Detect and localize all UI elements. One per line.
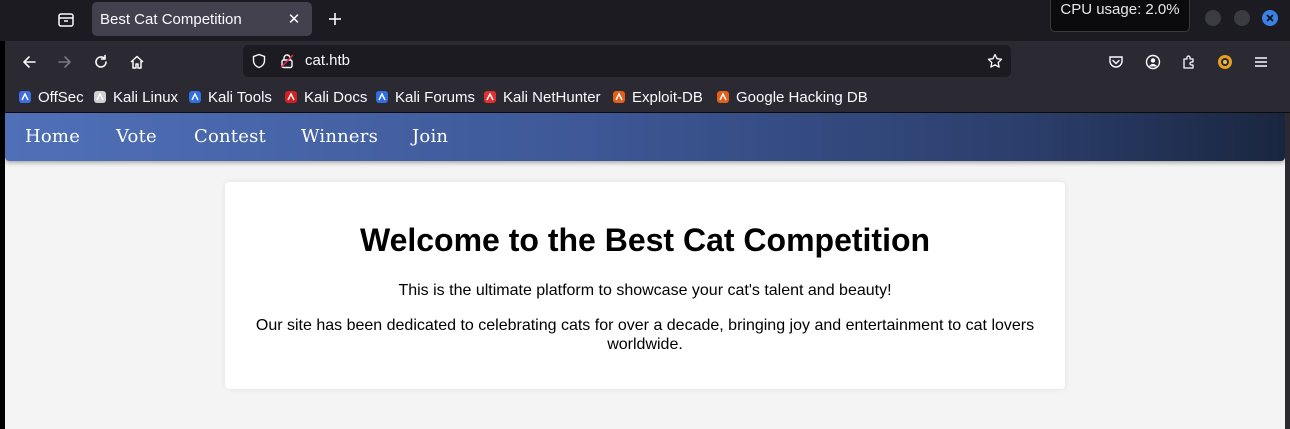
bookmark-label: OffSec: [38, 88, 84, 106]
offsec-icon: [17, 89, 33, 105]
kali-forums-icon: [374, 89, 390, 105]
plus-icon: [329, 13, 341, 25]
kali-dragon-icon: [92, 89, 108, 105]
hamburger-menu-icon: [1255, 57, 1267, 67]
kali-docs-icon: [283, 89, 299, 105]
minimize-button[interactable]: [1205, 10, 1221, 26]
site-navigation: Home Vote Contest Winners Join: [5, 113, 1285, 161]
close-window-button[interactable]: [1262, 10, 1278, 26]
bookmark-item[interactable]: Kali Tools: [187, 87, 272, 107]
tab-title: Best Cat Competition: [100, 10, 242, 28]
url-bar[interactable]: cat.htb: [243, 45, 1011, 77]
account-button[interactable]: [1139, 48, 1167, 76]
pocket-icon: [1109, 56, 1123, 68]
bookmark-label: Google Hacking DB: [736, 88, 868, 106]
bookmark-label: Kali NetHunter: [503, 88, 601, 106]
bookmark-label: Kali Tools: [208, 88, 272, 106]
home-button[interactable]: [123, 48, 151, 76]
new-tab-button[interactable]: [322, 6, 348, 32]
nav-link-join[interactable]: Join: [412, 126, 448, 147]
bookmark-star-icon[interactable]: [987, 53, 1003, 69]
forward-arrow-icon: [58, 56, 71, 68]
welcome-card: Welcome to the Best Cat Competition This…: [225, 182, 1065, 389]
bookmark-label: Kali Docs: [304, 88, 368, 106]
extensions-button[interactable]: [1175, 48, 1203, 76]
tab-list-button[interactable]: [52, 6, 80, 34]
foxyproxy-icon: [1218, 55, 1232, 69]
bookmark-label: Exploit-DB: [632, 88, 703, 106]
bookmark-label: Kali Linux: [113, 88, 179, 106]
foxyproxy-button[interactable]: [1211, 48, 1239, 76]
tab-active[interactable]: Best Cat Competition ✕: [92, 2, 312, 36]
reload-button[interactable]: [87, 48, 115, 76]
bookmarks-toolbar: OffSec Kali Linux Kali Tools Kali Docs Kali …: [5, 82, 1290, 113]
bookmark-item[interactable]: Exploit-DB: [611, 87, 703, 107]
window-right-edge: [1285, 113, 1290, 429]
web-page: Home Vote Contest Winners Join Welcome t…: [5, 113, 1285, 429]
nethunter-icon: [482, 89, 498, 105]
about-paragraph: Our site has been dedicated to celebrati…: [255, 317, 1035, 353]
bookmark-item[interactable]: OffSec: [17, 87, 84, 107]
intro-paragraph: This is the ultimate platform to showcas…: [398, 282, 892, 299]
cpu-usage-widget: CPU usage: 2.0%: [1050, 0, 1190, 32]
nav-link-winners[interactable]: Winners: [301, 126, 378, 147]
menu-button[interactable]: [1247, 48, 1275, 76]
home-icon: [130, 55, 144, 69]
cpu-usage-text: CPU usage: 2.0%: [1060, 1, 1180, 18]
bookmark-item[interactable]: Kali Forums: [374, 87, 475, 107]
lock-insecure-icon[interactable]: [279, 53, 295, 69]
tab-close-icon[interactable]: ✕: [286, 10, 302, 28]
account-icon: [1145, 54, 1161, 70]
bookmark-item[interactable]: Kali Docs: [283, 87, 367, 107]
bookmark-item[interactable]: Kali Linux: [92, 87, 178, 107]
forward-button[interactable]: [51, 48, 79, 76]
shield-icon[interactable]: [251, 53, 267, 69]
maximize-button[interactable]: [1234, 10, 1250, 26]
kali-tools-icon: [187, 89, 203, 105]
url-text[interactable]: cat.htb: [305, 52, 350, 69]
page-title: Welcome to the Best Cat Competition: [359, 222, 931, 258]
navigation-toolbar: cat.htb: [5, 41, 1290, 82]
nav-link-home[interactable]: Home: [25, 126, 80, 147]
reload-icon: [95, 54, 107, 68]
nav-link-vote[interactable]: Vote: [116, 126, 157, 147]
close-icon: [1266, 14, 1274, 22]
tab-list-icon: [58, 13, 74, 27]
bookmark-item[interactable]: Google Hacking DB: [715, 87, 868, 107]
exploitdb-icon: [611, 89, 627, 105]
back-arrow-icon: [23, 56, 36, 68]
puzzle-piece-icon: [1183, 55, 1194, 69]
back-button[interactable]: [15, 48, 43, 76]
tab-bar: Best Cat Competition ✕ CPU usage: 2.0%: [0, 0, 1290, 41]
ghdb-icon: [715, 89, 731, 105]
bookmark-label: Kali Forums: [395, 88, 476, 106]
bookmark-item[interactable]: Kali NetHunter: [482, 87, 601, 107]
nav-link-contest[interactable]: Contest: [194, 126, 266, 147]
pocket-button[interactable]: [1102, 48, 1130, 76]
